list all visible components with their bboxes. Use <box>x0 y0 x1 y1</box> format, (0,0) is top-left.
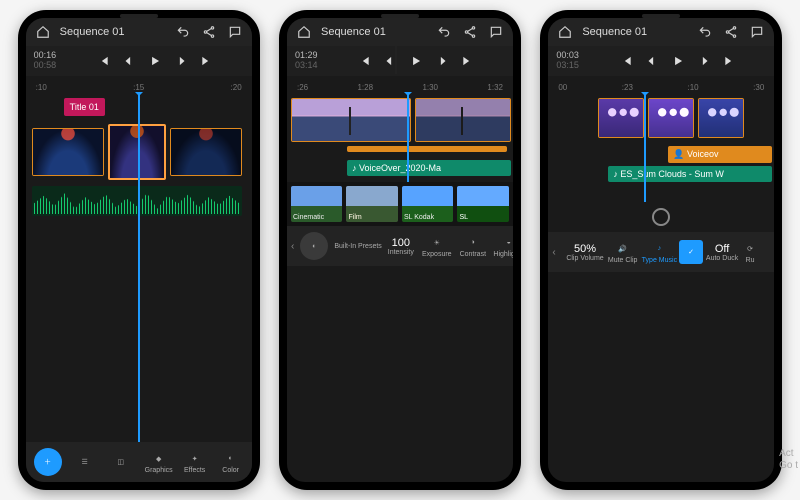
mute-clip-button[interactable]: 🔊Mute Clip <box>606 234 640 270</box>
builtin-presets-button[interactable]: ◐ <box>300 232 328 260</box>
skip-end-button[interactable] <box>196 50 218 72</box>
voiceover-clip[interactable]: ♪ VoiceOver_2020-Ma <box>347 160 511 176</box>
play-button[interactable] <box>667 50 689 72</box>
video-clip-3[interactable] <box>170 128 242 176</box>
preset-cinematic[interactable]: Cinematic <box>291 186 343 222</box>
audio-waveform[interactable] <box>32 186 242 216</box>
bottom-toolbar: ‹ 50%Clip Volume 🔊Mute Clip ♪Type Music … <box>548 232 774 272</box>
preset-sl-kodak[interactable]: SL Kodak <box>402 186 454 222</box>
top-bar: Sequence 01 <box>548 18 774 46</box>
top-bar: Sequence 01 <box>287 18 513 46</box>
intensity-control[interactable]: 100Intensity <box>384 228 418 264</box>
playhead[interactable] <box>407 92 409 182</box>
chevron-left-icon[interactable]: ‹ <box>552 234 564 270</box>
phone-mockup-2: Sequence 01 01:2903:14 :261:281:301:32 ♪ <box>279 10 521 490</box>
crop-button[interactable]: ◫ <box>104 444 138 480</box>
skip-start-button[interactable] <box>353 50 375 72</box>
timeline-ruler[interactable]: :10:15:20 <box>26 76 252 92</box>
step-fwd-button[interactable] <box>431 50 453 72</box>
builtin-presets-label: Built-In Presets <box>334 228 381 264</box>
timeline[interactable]: Title 01 <box>26 92 252 442</box>
music-clip[interactable]: ♪ ES_Sum Clouds - Sum W <box>608 166 772 182</box>
preset-sl[interactable]: SL <box>457 186 509 222</box>
home-icon[interactable] <box>34 23 52 41</box>
comment-icon[interactable] <box>226 23 244 41</box>
video-clip-1[interactable] <box>598 98 644 138</box>
step-back-button[interactable] <box>379 50 401 72</box>
color-tab[interactable]: ◐Color <box>214 444 248 480</box>
step-back-button[interactable] <box>118 50 140 72</box>
playhead[interactable] <box>644 92 646 202</box>
play-button[interactable] <box>405 50 427 72</box>
video-clip-2-selected[interactable] <box>108 124 166 180</box>
timeline[interactable]: 👤 Voiceov ♪ ES_Sum Clouds - Sum W <box>548 92 774 202</box>
scrub-wheel[interactable] <box>548 202 774 232</box>
video-clip-2[interactable] <box>415 98 511 142</box>
phone-mockup-1: Sequence 01 00:1600:58 :10:15:20 Title 0… <box>18 10 260 490</box>
top-bar: Sequence 01 <box>26 18 252 46</box>
step-fwd-button[interactable] <box>693 50 715 72</box>
auto-duck-control[interactable]: OffAuto Duck <box>705 234 739 270</box>
voiceover-handle[interactable] <box>347 146 507 152</box>
comment-icon[interactable] <box>487 23 505 41</box>
edit-button[interactable]: ☰ <box>68 444 102 480</box>
timeline-ruler[interactable]: 00:23:10:30 <box>548 76 774 92</box>
video-clip-3[interactable] <box>698 98 744 138</box>
graphics-tab[interactable]: ◆Graphics <box>142 444 176 480</box>
type-music-check[interactable]: ✓ <box>679 240 703 264</box>
step-back-button[interactable] <box>641 50 663 72</box>
title-clip[interactable]: Title 01 <box>64 98 105 116</box>
effects-tab[interactable]: ✦Effects <box>178 444 212 480</box>
skip-start-button[interactable] <box>92 50 114 72</box>
home-icon[interactable] <box>556 23 574 41</box>
transport-bar: 00:1600:58 <box>26 46 252 76</box>
add-button[interactable]: ＋ <box>34 448 62 476</box>
sequence-title[interactable]: Sequence 01 <box>582 26 688 38</box>
play-button[interactable] <box>144 50 166 72</box>
comment-icon[interactable] <box>748 23 766 41</box>
step-fwd-button[interactable] <box>170 50 192 72</box>
preset-strip: Cinematic Film SL Kodak SL <box>287 182 513 226</box>
timeline-ruler[interactable]: :261:281:301:32 <box>287 76 513 92</box>
phone-mockup-3: Sequence 01 00:0303:15 00:23:10:30 👤 Vo <box>540 10 782 490</box>
timeline[interactable]: ♪ VoiceOver_2020-Ma <box>287 92 513 182</box>
type-music-button[interactable]: ♪Type Music <box>642 234 677 270</box>
highlights-control[interactable]: ◒Highlights <box>492 228 513 264</box>
contrast-control[interactable]: ◑Contrast <box>456 228 490 264</box>
share-icon[interactable] <box>722 23 740 41</box>
playhead[interactable] <box>138 92 140 442</box>
preset-film[interactable]: Film <box>346 186 398 222</box>
skip-end-button[interactable] <box>457 50 479 72</box>
share-icon[interactable] <box>200 23 218 41</box>
bottom-toolbar: ＋ ☰ ◫ ◆Graphics ✦Effects ◐Color <box>26 442 252 482</box>
chevron-left-icon[interactable]: ‹ <box>291 228 294 264</box>
undo-icon[interactable] <box>696 23 714 41</box>
exposure-control[interactable]: ☀Exposure <box>420 228 454 264</box>
last-control[interactable]: ⟳Ru <box>741 234 759 270</box>
bottom-toolbar: ‹ ◐ Built-In Presets 100Intensity ☀Expos… <box>287 226 513 266</box>
skip-start-button[interactable] <box>615 50 637 72</box>
undo-icon[interactable] <box>435 23 453 41</box>
sequence-title[interactable]: Sequence 01 <box>60 26 166 38</box>
sequence-title[interactable]: Sequence 01 <box>321 26 427 38</box>
video-clip-1[interactable] <box>291 98 411 142</box>
video-clip-2[interactable] <box>648 98 694 138</box>
video-clip-1[interactable] <box>32 128 104 176</box>
clip-volume-control[interactable]: 50%Clip Volume <box>566 234 603 270</box>
transport-bar: 00:0303:15 <box>548 46 774 76</box>
home-icon[interactable] <box>295 23 313 41</box>
transport-bar: 01:2903:14 <box>287 46 513 76</box>
undo-icon[interactable] <box>174 23 192 41</box>
skip-end-button[interactable] <box>719 50 741 72</box>
timecode: 01:2903:14 <box>295 51 318 71</box>
timecode: 00:0303:15 <box>556 51 579 71</box>
timecode: 00:1600:58 <box>34 51 57 71</box>
voiceover-clip[interactable]: 👤 Voiceov <box>668 146 772 163</box>
share-icon[interactable] <box>461 23 479 41</box>
